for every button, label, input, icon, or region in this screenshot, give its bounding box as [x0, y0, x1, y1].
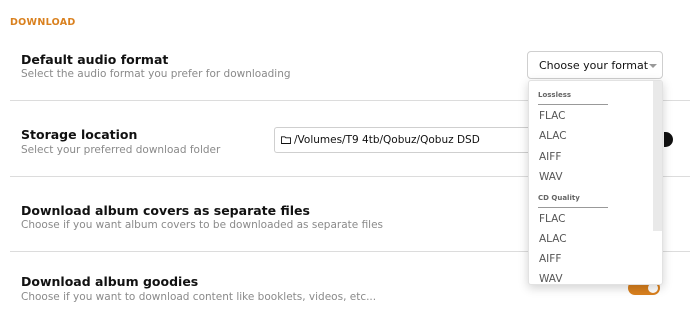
dropdown-option[interactable]: WAV — [539, 273, 563, 284]
audio-format-title: Default audio format — [21, 52, 169, 67]
dropdown-option[interactable]: ALAC — [539, 233, 567, 245]
dropdown-option[interactable]: FLAC — [539, 213, 565, 225]
dropdown-option[interactable]: AIFF — [539, 253, 561, 265]
audio-format-select-value: Choose your format — [539, 59, 649, 72]
storage-path-input[interactable]: /Volumes/T9 4tb/Qobuz/Qobuz DSD — [274, 127, 530, 153]
storage-title: Storage location — [21, 127, 138, 142]
album-covers-title: Download album covers as separate files — [21, 203, 310, 218]
storage-description: Select your preferred download folder — [21, 144, 221, 156]
dropdown-group-divider — [538, 207, 608, 208]
dropdown-scrollbar[interactable] — [653, 81, 662, 231]
album-covers-description: Choose if you want album covers to be do… — [21, 219, 384, 231]
section-header: DOWNLOAD — [10, 17, 76, 28]
audio-format-dropdown: Lossless FLAC ALAC AIFF WAV CD Quality F… — [528, 80, 663, 285]
audio-format-description: Select the audio format you prefer for d… — [21, 68, 291, 80]
chevron-down-icon — [649, 64, 657, 68]
dropdown-option[interactable]: ALAC — [539, 130, 567, 142]
storage-path-text: /Volumes/T9 4tb/Qobuz/Qobuz DSD — [294, 134, 480, 146]
dropdown-option[interactable]: WAV — [539, 171, 563, 183]
browse-folder-button[interactable] — [664, 132, 673, 147]
audio-format-select[interactable]: Choose your format — [527, 51, 663, 79]
dropdown-group-divider — [538, 104, 608, 105]
dropdown-group-label: Lossless — [538, 91, 572, 99]
dropdown-option[interactable]: FLAC — [539, 110, 565, 122]
goodies-title: Download album goodies — [21, 274, 199, 289]
dropdown-option[interactable]: AIFF — [539, 151, 561, 163]
folder-icon — [281, 136, 291, 144]
dropdown-group-label: CD Quality — [538, 194, 580, 202]
goodies-description: Choose if you want to download content l… — [21, 291, 377, 303]
